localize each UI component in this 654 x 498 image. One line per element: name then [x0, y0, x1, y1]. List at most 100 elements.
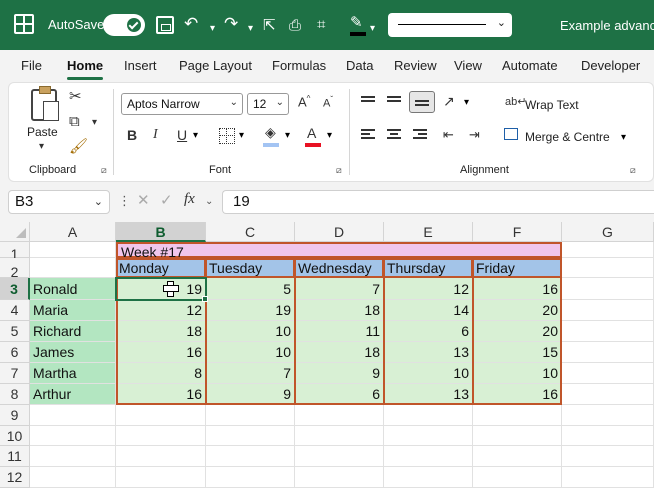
empty-cell[interactable] [562, 446, 654, 467]
empty-cell[interactable] [30, 405, 116, 426]
empty-cell[interactable] [295, 405, 384, 426]
paste-label[interactable]: Paste [27, 125, 58, 139]
pen-dropdown-icon[interactable]: ▾ [370, 19, 375, 39]
empty-cell[interactable] [206, 426, 295, 446]
tab-page-layout[interactable]: Page Layout [179, 58, 252, 73]
enter-icon[interactable]: ✓ [160, 191, 173, 209]
value-cell[interactable]: 20 [473, 321, 562, 342]
fill-handle[interactable] [202, 296, 208, 302]
empty-cell[interactable] [116, 446, 206, 467]
line-style-select[interactable]: ⌄ [388, 13, 512, 37]
row-header-1[interactable]: 1 [0, 242, 30, 262]
empty-cell[interactable] [295, 446, 384, 467]
font-launcher-icon[interactable]: ⧄ [336, 165, 342, 176]
value-cell[interactable]: 6 [384, 321, 473, 342]
font-name-select[interactable]: Aptos Narrow ⌄ [121, 93, 243, 115]
empty-cell[interactable] [295, 426, 384, 446]
value-cell[interactable]: 10 [206, 321, 295, 342]
empty-cell[interactable] [562, 258, 654, 278]
empty-cell[interactable] [30, 426, 116, 446]
empty-cell[interactable] [562, 242, 654, 258]
value-cell[interactable]: 10 [206, 342, 295, 363]
value-cell[interactable]: 18 [295, 300, 384, 321]
format-painter-icon[interactable]: ⌗ [317, 15, 325, 35]
borders-dropdown-icon[interactable]: ▾ [239, 130, 244, 141]
merge-dropdown-icon[interactable]: ▾ [621, 132, 626, 143]
tab-view[interactable]: View [454, 58, 482, 73]
empty-cell[interactable] [473, 446, 562, 467]
empty-cell[interactable] [473, 405, 562, 426]
align-center-icon[interactable] [387, 129, 401, 139]
orientation-icon[interactable]: ↗ [443, 93, 455, 110]
empty-cell[interactable] [562, 342, 654, 363]
tab-formulas[interactable]: Formulas [272, 58, 326, 73]
underline-dropdown-icon[interactable]: ▾ [193, 130, 198, 141]
paste-dropdown-icon[interactable]: ▾ [39, 141, 44, 152]
empty-cell[interactable] [384, 405, 473, 426]
name-box[interactable]: B3 ⌄ [8, 190, 110, 214]
clipboard-launcher-icon[interactable]: ⧄ [101, 165, 107, 176]
empty-cell[interactable] [562, 426, 654, 446]
align-bottom-button[interactable] [409, 91, 435, 113]
value-cell[interactable]: 16 [116, 384, 206, 405]
value-cell[interactable]: 9 [295, 363, 384, 384]
font-color-dropdown-icon[interactable]: ▾ [327, 130, 332, 141]
alignment-launcher-icon[interactable]: ⧄ [630, 165, 636, 176]
formula-input[interactable]: 19 [222, 190, 654, 214]
font-color-icon[interactable]: A [307, 125, 316, 141]
worksheet-grid[interactable]: A B C D E F G 1 2 3 4 5 6 7 8 9 10 11 12 Week #17 Monday Tues… [0, 222, 654, 498]
value-cell[interactable]: 15 [473, 342, 562, 363]
orientation-dropdown-icon[interactable]: ▾ [464, 97, 469, 108]
column-header-e[interactable]: E [384, 222, 473, 242]
print-preview-icon[interactable]: ⎙ [289, 16, 301, 36]
row-header-12[interactable]: 12 [0, 467, 30, 488]
redo-icon[interactable]: ↷ [224, 14, 238, 34]
format-painter-brush-icon[interactable]: 🖌 [69, 137, 88, 155]
value-cell[interactable]: 13 [384, 342, 473, 363]
row-header-2[interactable]: 2 [0, 258, 30, 280]
column-header-b[interactable]: B [116, 222, 206, 242]
more-options-icon[interactable]: ⋮ [118, 193, 131, 209]
value-cell[interactable]: 16 [473, 384, 562, 405]
tab-file[interactable]: File [21, 58, 42, 73]
copy-icon[interactable]: ⧉ [69, 113, 80, 130]
merge-centre-icon[interactable] [504, 128, 518, 140]
column-header-d[interactable]: D [295, 222, 384, 242]
empty-cell[interactable] [562, 405, 654, 426]
value-cell[interactable]: 10 [473, 363, 562, 384]
empty-cell[interactable] [295, 467, 384, 488]
align-top-icon[interactable] [361, 96, 375, 106]
empty-cell[interactable] [384, 426, 473, 446]
row-header-10[interactable]: 10 [0, 426, 30, 446]
align-right-icon[interactable] [413, 129, 427, 139]
day-header-cell[interactable]: Thursday [384, 258, 473, 278]
tab-data[interactable]: Data [346, 58, 373, 73]
empty-cell[interactable] [384, 467, 473, 488]
value-cell[interactable]: 12 [384, 278, 473, 300]
day-header-cell[interactable]: Monday [116, 258, 206, 278]
row-header-8[interactable]: 8 [0, 384, 30, 405]
tab-insert[interactable]: Insert [124, 58, 157, 73]
name-cell[interactable]: Martha [30, 363, 116, 384]
empty-cell[interactable] [562, 384, 654, 405]
undo-dropdown-icon[interactable]: ▾ [210, 19, 215, 39]
decrease-indent-icon[interactable]: ⇤ [443, 127, 454, 143]
empty-cell[interactable] [30, 258, 116, 278]
autosave-toggle[interactable] [103, 14, 145, 36]
empty-cell[interactable] [116, 467, 206, 488]
empty-cell[interactable] [206, 467, 295, 488]
value-cell[interactable]: 9 [206, 384, 295, 405]
column-header-g[interactable]: G [562, 222, 654, 242]
row-header-4[interactable]: 4 [0, 300, 30, 321]
cancel-icon[interactable]: ✕ [137, 191, 150, 209]
name-cell[interactable]: Maria [30, 300, 116, 321]
touch-mode-icon[interactable]: ⇱ [263, 16, 276, 36]
name-cell[interactable]: Ronald [30, 278, 116, 300]
empty-cell[interactable] [206, 405, 295, 426]
empty-cell[interactable] [116, 405, 206, 426]
align-middle-icon[interactable] [387, 96, 401, 106]
row-header-6[interactable]: 6 [0, 342, 30, 363]
row-header-9[interactable]: 9 [0, 405, 30, 426]
value-cell[interactable]: 13 [384, 384, 473, 405]
fill-color-icon[interactable]: ◈ [265, 124, 276, 141]
